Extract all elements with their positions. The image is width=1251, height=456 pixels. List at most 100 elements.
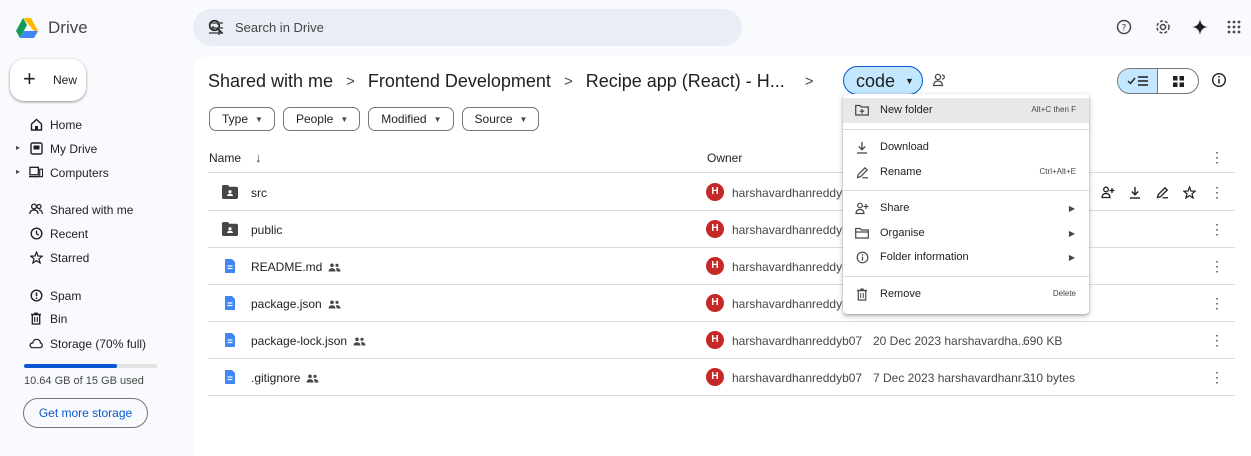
breadcrumb-item[interactable]: Frontend Development [368,71,551,92]
more-vert-icon[interactable]: ⋮ [1210,221,1224,238]
menu-item-share[interactable]: Share ▶ [843,196,1089,221]
more-vert-icon[interactable]: ⋮ [1210,184,1224,201]
document-icon [225,333,235,347]
filter-chip-source[interactable]: Source ▼ [461,107,540,131]
filter-chip-label: People [295,112,334,126]
shared-people-icon [306,374,319,382]
menu-item-label: Share [880,202,910,214]
table-row[interactable]: package-lock.json H harshavardhanreddyb0… [208,322,1235,359]
spam-icon [29,288,43,302]
shared-folder-icon [222,185,238,199]
sidebar-item-computers[interactable]: ▸ Computers [0,162,175,184]
expand-caret-icon[interactable]: ▸ [16,167,20,176]
people-icon [29,202,43,216]
column-header-owner[interactable]: Owner [707,151,742,165]
avatar[interactable]: H [706,294,724,312]
rename-pencil-icon[interactable] [1155,185,1169,199]
submenu-arrow-icon: ▶ [1068,204,1075,213]
avatar[interactable]: H [706,257,724,275]
menu-item-organise[interactable]: Organise ▶ [843,221,1089,246]
file-name[interactable]: README.md [251,260,341,274]
sidebar-item-label: Home [50,118,83,132]
share-person-add-icon[interactable] [1101,185,1115,199]
file-name[interactable]: package-lock.json [251,334,366,348]
table-row[interactable]: .gitignore H harshavardhanreddyb07 7 Dec… [208,359,1235,396]
sidebar-item-label: My Drive [50,142,98,156]
more-vert-icon[interactable]: ⋮ [1210,369,1224,386]
drive-logo[interactable]: Drive [16,14,88,42]
menu-divider [843,129,1089,130]
settings-icon[interactable] [1152,16,1174,38]
sidebar-item-recent[interactable]: Recent [0,223,175,245]
gemini-icon[interactable] [1189,16,1211,38]
column-header-name[interactable]: Name [209,151,241,165]
breadcrumb-item[interactable]: Shared with me [208,71,333,92]
grid-view-button[interactable] [1158,69,1198,93]
get-more-storage-button[interactable]: Get more storage [23,398,148,428]
more-vert-icon[interactable]: ⋮ [1210,149,1224,166]
modified-date: 7 Dec 2023 harshavardhanr... [873,371,1032,385]
file-name[interactable]: src [251,186,267,200]
info-icon[interactable] [1211,72,1227,88]
storage-progress-bar [24,364,157,368]
menu-item-folder-information[interactable]: Folder information ▶ [843,245,1089,270]
help-icon[interactable]: ? [1113,16,1135,38]
file-name[interactable]: package.json [251,297,341,311]
document-icon [225,370,235,384]
menu-item-label: Remove [880,288,921,300]
menu-item-label: Organise [880,227,925,239]
filter-chip-people[interactable]: People ▼ [282,107,361,131]
menu-item-rename[interactable]: Rename Ctrl+Alt+E [843,160,1089,185]
list-view-button[interactable] [1118,69,1159,93]
sidebar-item-home[interactable]: Home [0,114,175,136]
sort-arrow-down-icon[interactable]: ↓ [255,150,262,165]
search-options-icon[interactable] [207,19,225,37]
sidebar-item-my-drive[interactable]: ▸ My Drive [0,138,175,160]
sidebar-item-starred[interactable]: Starred [0,247,175,269]
app-name: Drive [48,18,88,37]
chevron-right-icon: > [563,72,573,90]
new-folder-icon [855,103,869,117]
avatar[interactable]: H [706,331,724,349]
file-name-text: package-lock.json [251,334,348,348]
clock-icon [29,226,43,240]
caret-down-icon: ▼ [433,114,442,124]
avatar[interactable]: H [706,220,724,238]
shared-folder-icon[interactable] [932,73,948,87]
menu-item-shortcut: Alt+C then F [1031,105,1076,114]
download-icon [855,140,869,154]
download-icon[interactable] [1128,185,1142,199]
new-button[interactable]: + New [10,59,86,101]
more-vert-icon[interactable]: ⋮ [1210,332,1224,349]
sidebar-item-storage[interactable]: Storage (70% full) [0,333,175,355]
search-box[interactable]: Search in Drive [193,9,742,46]
menu-item-label: Download [880,141,929,153]
star-icon[interactable] [1182,185,1196,199]
drive-app: Drive Search in Drive ? + New Home ▸ My … [0,0,1251,456]
file-name[interactable]: .gitignore [251,371,319,385]
menu-item-remove[interactable]: Remove Delete [843,282,1089,307]
file-name[interactable]: public [251,223,282,237]
menu-item-shortcut: Delete [1052,289,1076,298]
avatar[interactable]: H [706,368,724,386]
menu-divider [843,190,1089,191]
filter-chip-modified[interactable]: Modified ▼ [368,107,454,131]
more-vert-icon[interactable]: ⋮ [1210,295,1224,312]
sidebar-item-bin[interactable]: Bin [0,308,175,330]
expand-caret-icon[interactable]: ▸ [16,143,20,152]
sidebar-item-spam[interactable]: Spam [0,285,175,307]
breadcrumb-current-folder[interactable]: code ▼ [843,66,923,95]
menu-item-new-folder[interactable]: New folder Alt+C then F [843,98,1089,123]
menu-item-download[interactable]: Download [843,135,1089,160]
avatar[interactable]: H [706,183,724,201]
apps-grid-icon[interactable] [1223,16,1245,38]
owner-name: harshavardhanreddyb07 [732,334,863,348]
search-input[interactable]: Search in Drive [235,20,324,35]
more-vert-icon[interactable]: ⋮ [1210,258,1224,275]
breadcrumb-item[interactable]: Recipe app (React) - H... [586,71,785,92]
bin-icon [29,311,43,325]
svg-text:?: ? [1122,24,1127,34]
sidebar-item-shared-with-me[interactable]: Shared with me [0,199,175,221]
filter-chip-type[interactable]: Type ▼ [209,107,275,131]
rename-pencil-icon [855,165,869,179]
